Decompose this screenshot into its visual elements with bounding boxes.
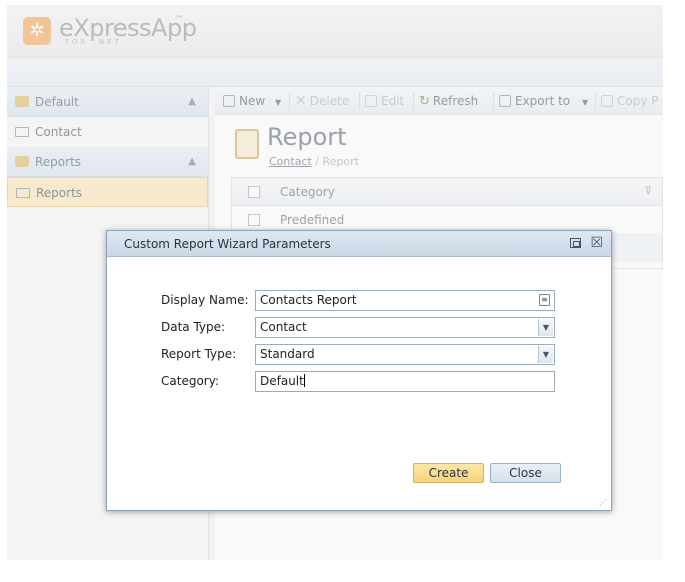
sidebar-item-contact[interactable]: Contact — [7, 117, 208, 147]
logo-subtitle: FOR .NET — [65, 38, 122, 46]
dropdown-arrow-icon[interactable]: ▼ — [582, 98, 588, 107]
chevron-up-icon[interactable]: ▲ — [188, 87, 196, 117]
filter-icon[interactable]: ⊽ — [645, 178, 652, 206]
row-checkbox[interactable] — [248, 214, 260, 226]
refresh-icon: ↻ — [419, 94, 430, 109]
nav-group-reports[interactable]: Reports ▲ — [7, 147, 208, 177]
export-button[interactable]: Export to ▼ — [499, 87, 588, 117]
report-type-select[interactable]: Standard ▼ — [255, 344, 555, 365]
nav-group-default[interactable]: Default ▲ — [7, 87, 208, 117]
logo-icon: ✲ — [23, 17, 51, 45]
chevron-up-icon[interactable]: ▲ — [188, 147, 196, 177]
category-label: Category: — [161, 374, 219, 388]
copy-button[interactable]: Copy P — [601, 87, 659, 115]
app-header: ✲ eXpressApp ™ FOR .NET — [7, 5, 663, 57]
text-cursor — [303, 374, 305, 387]
create-button[interactable]: Create — [413, 463, 484, 483]
column-header-category[interactable]: Category — [280, 178, 335, 206]
data-type-value: Contact — [260, 320, 307, 334]
delete-icon: ✕ — [295, 93, 307, 109]
dropdown-arrow-icon[interactable]: ▼ — [538, 346, 553, 363]
report-type-value: Standard — [260, 347, 315, 361]
folder-icon — [15, 156, 29, 167]
sidebar-item-label: Reports — [36, 186, 83, 200]
delete-label: Delete — [309, 94, 350, 108]
display-name-value: Contacts Report — [260, 293, 357, 307]
toolbar: New ▼ ✕ Delete Edit ↻ Refresh Export to ▼ — [215, 87, 663, 115]
dialog-title: Custom Report Wizard Parameters — [124, 237, 331, 251]
refresh-button[interactable]: ↻ Refresh — [419, 87, 478, 116]
edit-icon — [365, 95, 377, 107]
close-button[interactable]: Close — [490, 463, 561, 483]
grid-header: Category ⊽ — [232, 178, 662, 206]
refresh-label: Refresh — [432, 94, 479, 108]
toolbar-divider — [359, 92, 360, 110]
dialog-header: Custom Report Wizard Parameters ☒ — [107, 231, 611, 257]
sidebar-item-reports[interactable]: Reports — [7, 177, 208, 207]
close-icon[interactable]: ☒ — [590, 234, 603, 252]
breadcrumb-link[interactable]: Contact — [269, 155, 312, 168]
select-all-checkbox[interactable] — [248, 186, 260, 198]
navigation-bar — [7, 57, 663, 87]
toolbar-divider — [413, 92, 414, 110]
edit-button[interactable]: Edit — [365, 87, 404, 115]
toolbar-divider — [289, 92, 290, 110]
data-type-select[interactable]: Contact ▼ — [255, 317, 555, 338]
dropdown-arrow-icon[interactable]: ▼ — [538, 319, 553, 336]
report-type-label: Report Type: — [161, 347, 237, 361]
toolbar-divider — [595, 92, 596, 110]
sidebar-item-label: Contact — [35, 125, 82, 139]
toolbar-divider — [493, 92, 494, 110]
resize-grip-icon[interactable]: ⋰ — [599, 498, 609, 508]
export-label: Export to — [515, 94, 571, 108]
nav-group-label: Default — [35, 95, 79, 109]
maximize-icon[interactable] — [570, 238, 581, 248]
display-name-label: Display Name: — [161, 293, 249, 307]
page-title: Report — [267, 123, 347, 151]
breadcrumb-separator: / — [311, 155, 323, 168]
copy-label: Copy P — [617, 94, 659, 108]
category-value: Default — [260, 374, 304, 388]
delete-button[interactable]: ✕ Delete — [295, 87, 349, 115]
edit-label: Edit — [381, 94, 405, 108]
new-label: New — [239, 94, 266, 108]
category-input[interactable]: Default — [255, 371, 555, 392]
text-editor-icon[interactable]: ≡ — [539, 294, 550, 306]
report-clipboard-icon — [235, 129, 259, 159]
new-document-icon — [223, 95, 235, 107]
display-name-field[interactable]: Contacts Report ≡ — [255, 290, 555, 311]
export-icon — [499, 95, 511, 107]
dropdown-arrow-icon[interactable]: ▼ — [275, 98, 281, 107]
data-type-label: Data Type: — [161, 320, 226, 334]
breadcrumb-current: Report — [322, 155, 359, 168]
folder-icon — [15, 96, 29, 107]
contact-card-icon — [15, 127, 29, 137]
copy-icon — [601, 95, 613, 107]
nav-group-label: Reports — [35, 155, 82, 169]
new-button[interactable]: New ▼ — [223, 87, 281, 117]
breadcrumb: Contact / Report — [269, 155, 359, 168]
custom-report-wizard-dialog: Custom Report Wizard Parameters ☒ Displa… — [106, 230, 612, 511]
report-icon — [16, 188, 30, 198]
logo-trademark: ™ — [175, 15, 184, 25]
